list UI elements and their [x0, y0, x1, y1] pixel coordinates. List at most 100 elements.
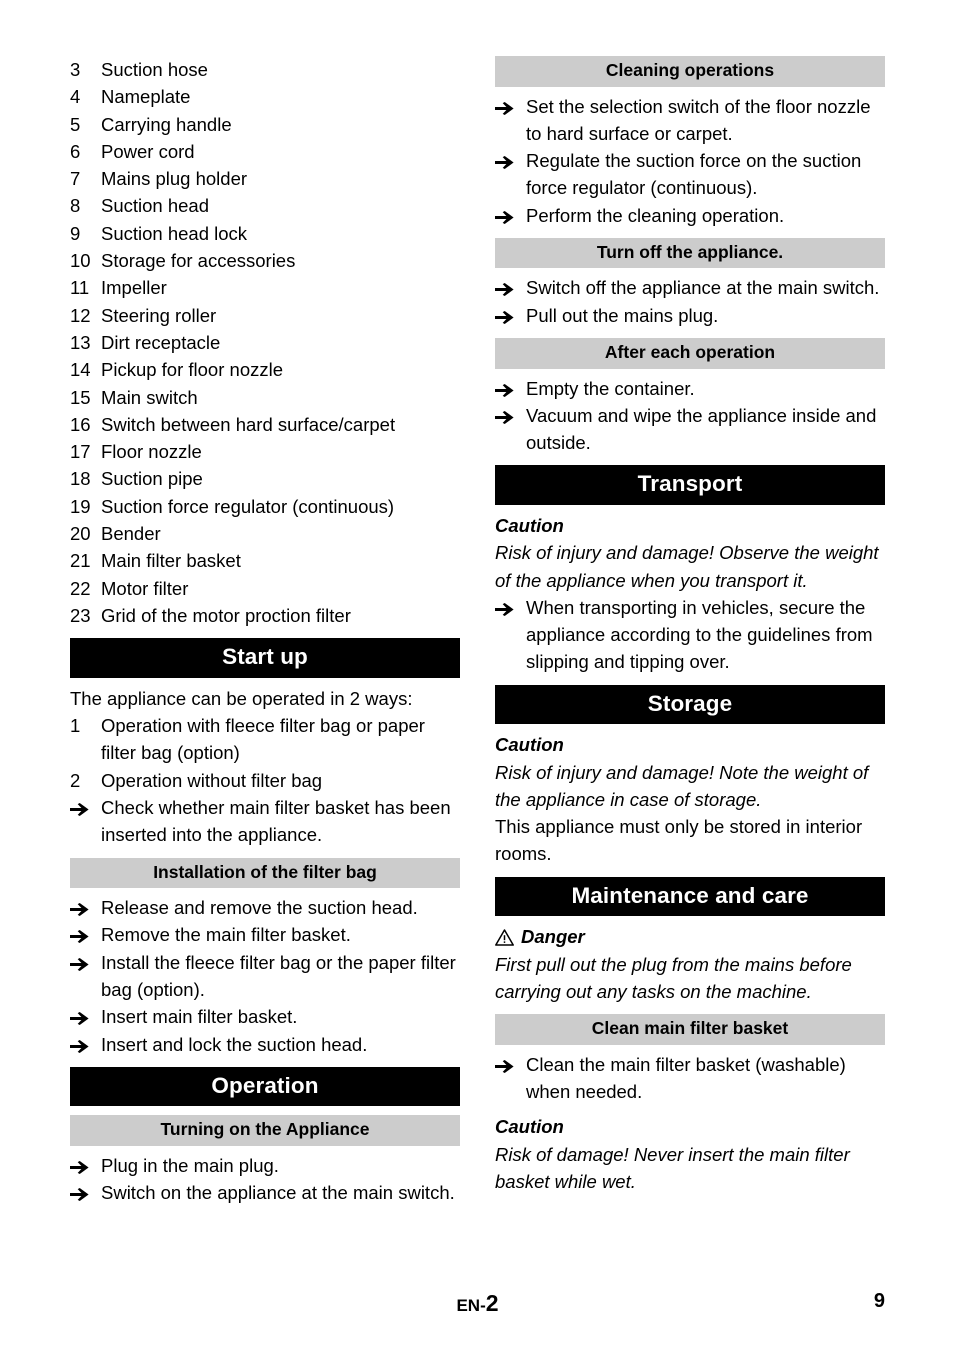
list-item: Regulate the suction force on the suctio… [495, 147, 885, 202]
list-item: 7 Mains plug holder [70, 165, 460, 192]
list-item-number: 16 [70, 413, 91, 435]
parts-list: 3 Suction hose 4 Nameplate 5 Carrying ha… [70, 56, 460, 629]
list-item-number: 13 [70, 331, 91, 353]
storage-body-text: This appliance must only be stored in in… [495, 816, 863, 865]
start-up-numbered-list: 1 Operation with fleece filter bag or pa… [70, 712, 460, 794]
list-item: 3 Suction hose [70, 56, 460, 83]
list-item-label: Suction pipe [101, 468, 203, 490]
arrow-right-icon [70, 794, 97, 816]
subsection-heading-after-each-operation: After each operation [495, 338, 885, 369]
list-item-label: Remove the main filter basket. [101, 924, 351, 946]
danger-label-row: Danger [495, 923, 885, 950]
list-item-number: 2 [70, 769, 81, 791]
list-item-number: 18 [70, 468, 91, 490]
list-item-label: Main switch [101, 386, 198, 408]
list-item: Clean the main filter basket (washable) … [495, 1051, 885, 1106]
list-item: 8 Suction head [70, 192, 460, 219]
manual-page: 3 Suction hose 4 Nameplate 5 Carrying ha… [0, 0, 954, 1352]
list-item-label: Perform the cleaning operation. [526, 204, 785, 226]
page-footer: EN-2 9 [70, 1290, 885, 1320]
list-item: Switch off the appliance at the main swi… [495, 274, 885, 301]
left-column: 3 Suction hose 4 Nameplate 5 Carrying ha… [70, 56, 460, 1206]
list-item-label: When transporting in vehicles, secure th… [526, 596, 873, 673]
caution-label: Caution [495, 1116, 564, 1138]
list-item: 21 Main filter basket [70, 547, 460, 574]
list-item-label: Main filter basket [101, 550, 241, 572]
section-heading-maintenance: Maintenance and care [495, 876, 885, 917]
list-item-label: Pull out the mains plug. [526, 304, 719, 326]
two-column-body: 3 Suction hose 4 Nameplate 5 Carrying ha… [70, 56, 885, 1256]
list-item: Perform the cleaning operation. [495, 202, 885, 229]
list-item-number: 17 [70, 441, 91, 463]
list-item-number: 22 [70, 577, 91, 599]
arrow-right-icon [70, 1179, 97, 1202]
list-item-label: Vacuum and wipe the appliance inside and… [526, 404, 877, 454]
list-item: When transporting in vehicles, secure th… [495, 594, 885, 676]
cleaning-operations-steps: Set the selection switch of the floor no… [495, 93, 885, 229]
list-item: 12 Steering roller [70, 302, 460, 329]
list-item-label: Operation with fleece filter bag or pape… [101, 715, 425, 764]
list-item-label: Suction head [101, 195, 210, 217]
list-item-label: Check whether main filter basket has bee… [101, 796, 451, 846]
list-item-number: 19 [70, 495, 91, 517]
arrow-right-icon [70, 1031, 97, 1053]
caution-text: Risk of injury and damage! Note the weig… [495, 761, 869, 810]
arrow-right-icon [495, 375, 522, 397]
turn-off-steps: Switch off the appliance at the main swi… [495, 274, 885, 329]
list-item: 1 Operation with fleece filter bag or pa… [70, 712, 460, 767]
arrow-right-icon [70, 1003, 97, 1026]
list-item: Vacuum and wipe the appliance inside and… [495, 402, 885, 457]
list-item: 5 Carrying handle [70, 111, 460, 138]
list-item: 9 Suction head lock [70, 220, 460, 247]
start-up-steps: Check whether main filter basket has bee… [70, 794, 460, 849]
list-item-number: 12 [70, 304, 91, 326]
after-each-operation-steps: Empty the container. Vacuum and wipe the… [495, 375, 885, 457]
list-item-label: Insert main filter basket. [101, 1006, 298, 1028]
list-item: 20 Bender [70, 520, 460, 547]
list-item-number: 10 [70, 250, 91, 272]
clean-basket-steps: Clean the main filter basket (washable) … [495, 1051, 885, 1106]
arrow-right-icon [495, 147, 522, 170]
list-item: 22 Motor filter [70, 575, 460, 602]
arrow-right-icon [495, 274, 522, 297]
turning-on-steps: Plug in the main plug. Switch on the app… [70, 1152, 460, 1207]
caution-label: Caution [495, 734, 564, 756]
list-item-number: 21 [70, 550, 91, 572]
list-item-number: 7 [70, 168, 81, 190]
list-item-label: Set the selection switch of the floor no… [526, 95, 871, 144]
list-item: 13 Dirt receptacle [70, 329, 460, 356]
section-heading-storage: Storage [495, 684, 885, 725]
list-item: Plug in the main plug. [70, 1152, 460, 1179]
list-item: 18 Suction pipe [70, 465, 460, 492]
footer-page-reference: EN-2 [70, 1290, 885, 1317]
subsection-heading-cleaning-operations: Cleaning operations [495, 56, 885, 87]
footer-book-page: 9 [873, 1290, 885, 1312]
list-item-label: Mains plug holder [101, 168, 248, 190]
section-heading-start-up: Start up [70, 638, 460, 678]
arrow-right-icon [70, 949, 97, 971]
list-item-label: Install the fleece filter bag or the pap… [101, 951, 456, 1000]
arrow-right-icon [495, 302, 522, 324]
footer-language-code: EN [456, 1296, 481, 1315]
list-item-label: Motor filter [101, 577, 189, 599]
list-item-label: Impeller [101, 277, 167, 299]
list-item-number: 15 [70, 386, 91, 408]
list-item-number: 1 [70, 715, 81, 737]
list-item-label: Suction head lock [101, 222, 248, 244]
list-item-label: Bender [101, 523, 161, 545]
list-item: 15 Main switch [70, 384, 460, 411]
list-item: 10 Storage for accessories [70, 247, 460, 274]
section-heading-transport: Transport [495, 465, 885, 505]
list-item: 19 Suction force regulator (continuous) [70, 493, 460, 520]
list-item-label: Storage for accessories [101, 250, 296, 272]
list-item-label: Switch off the appliance at the main swi… [526, 277, 880, 299]
list-item-label: Insert and lock the suction head. [101, 1033, 368, 1055]
list-item-label: Power cord [101, 140, 195, 162]
list-item-label: Switch between hard surface/carpet [101, 413, 396, 435]
transport-steps: When transporting in vehicles, secure th… [495, 594, 885, 676]
list-item-label: Clean the main filter basket (washable) … [526, 1053, 846, 1102]
subsection-heading-filter-bag: Installation of the filter bag [70, 857, 460, 889]
list-item: Empty the container. [495, 375, 885, 402]
list-item: Install the fleece filter bag or the pap… [70, 949, 460, 1004]
list-item: Remove the main filter basket. [70, 921, 460, 948]
